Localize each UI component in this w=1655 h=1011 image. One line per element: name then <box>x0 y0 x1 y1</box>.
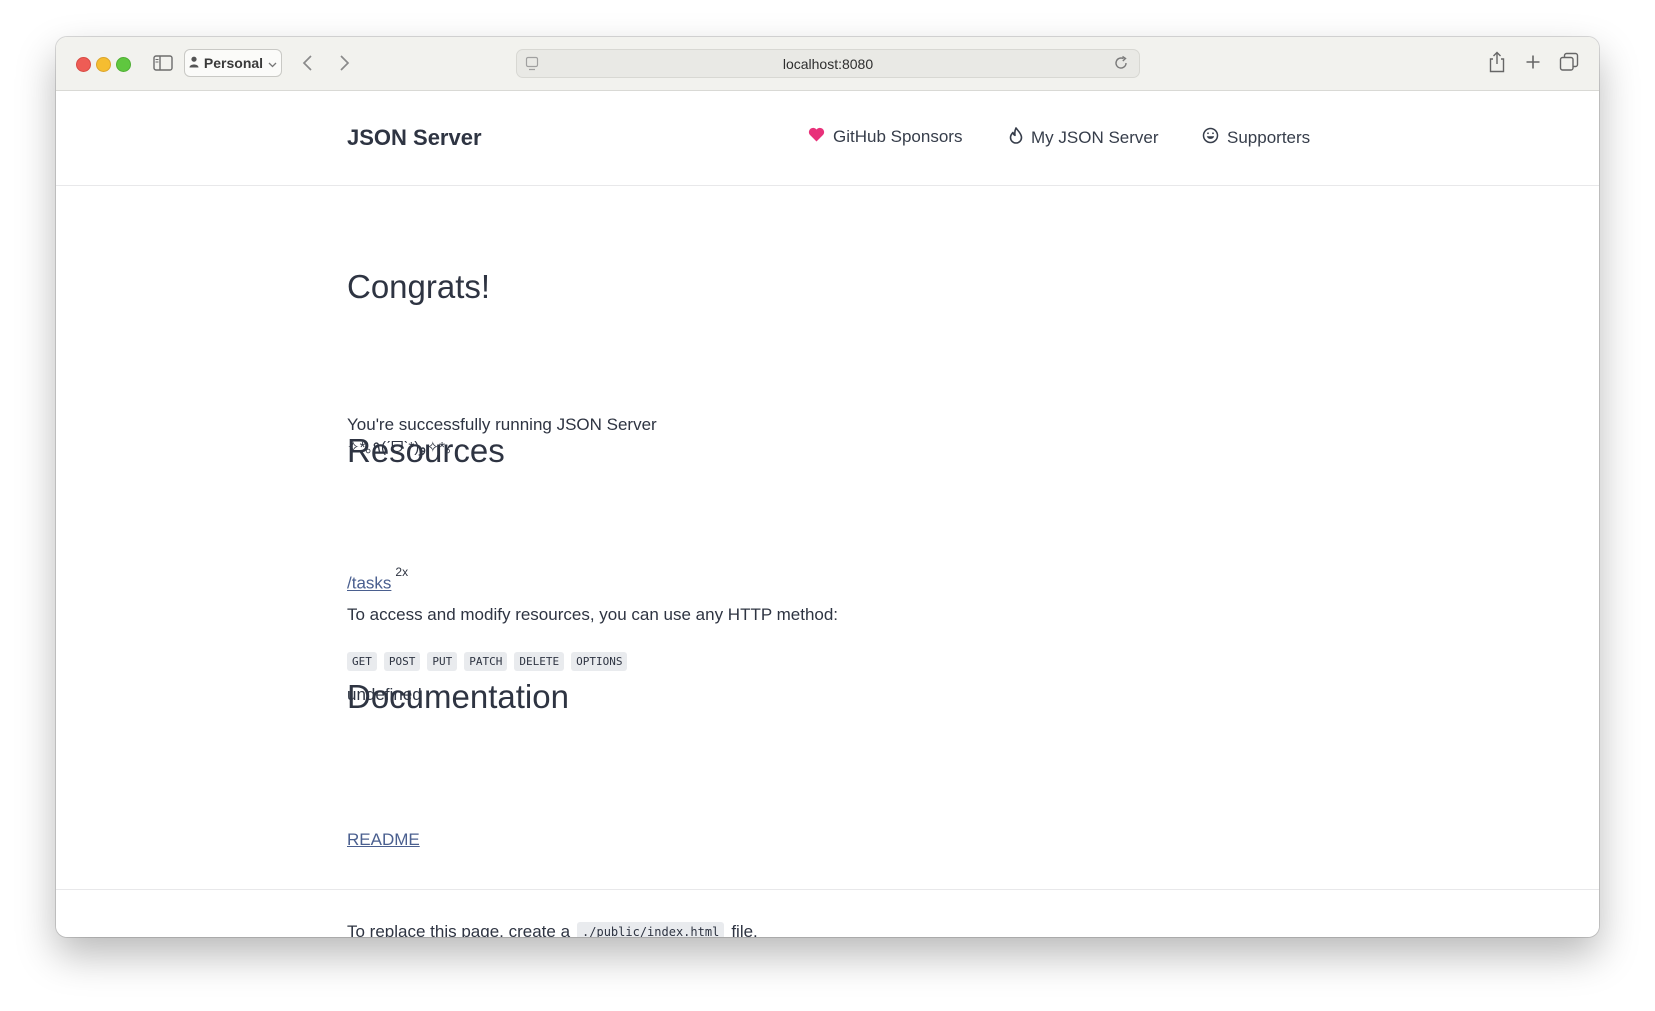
footer-prefix: To replace this page, create a <box>347 922 571 937</box>
http-methods-list: GET POST PUT PATCH DELETE OPTIONS <box>347 652 628 671</box>
site-footer: To replace this page, create a ./public/… <box>56 889 1599 937</box>
address-bar[interactable]: localhost:8080 <box>516 49 1140 78</box>
site-brand[interactable]: JSON Server <box>347 125 482 151</box>
resource-count: 2x <box>395 565 409 579</box>
profile-label: Personal <box>203 55 264 71</box>
tab-overview-icon[interactable] <box>1558 51 1580 73</box>
method-post: POST <box>383 652 421 671</box>
resource-link-tasks[interactable]: /tasks <box>347 574 391 593</box>
resource-row: /tasks 2x <box>347 565 408 594</box>
method-patch: PATCH <box>464 652 508 671</box>
method-delete: DELETE <box>514 652 565 671</box>
resources-heading: Resources <box>347 432 505 469</box>
forward-arrow-icon[interactable] <box>334 51 354 75</box>
minimize-window-button[interactable] <box>96 57 111 72</box>
sidebar-toggle-icon[interactable] <box>152 53 174 73</box>
readme-link[interactable]: README <box>347 830 420 849</box>
person-icon <box>189 55 199 71</box>
site-header: JSON Server GitHub Sponsors My JSON Serv… <box>56 91 1599 186</box>
zoom-window-button[interactable] <box>116 57 131 72</box>
url-text: localhost:8080 <box>782 56 874 72</box>
footer-text: To replace this page, create a ./public/… <box>347 922 758 937</box>
congrats-heading: Congrats! <box>347 268 491 305</box>
flame-icon <box>1009 127 1023 149</box>
close-window-button[interactable] <box>76 57 91 72</box>
chevron-down-icon <box>268 55 277 71</box>
profile-button[interactable]: Personal <box>184 49 282 77</box>
method-put: PUT <box>427 652 458 671</box>
share-icon[interactable] <box>1486 49 1508 75</box>
reload-icon[interactable] <box>1113 55 1129 76</box>
nav-my-json-server[interactable]: My JSON Server <box>1009 127 1159 149</box>
readme-row: README <box>347 830 420 850</box>
footer-suffix: file. <box>731 922 758 937</box>
access-description: To access and modify resources, you can … <box>347 605 839 624</box>
nav-label: GitHub Sponsors <box>833 127 963 146</box>
browser-toolbar: Personal localhost:8080 <box>56 37 1599 91</box>
browser-window: Personal localhost:8080 JSON Server GitH… <box>56 37 1599 937</box>
nav-github-sponsors[interactable]: GitHub Sponsors <box>808 127 962 147</box>
nav-label: Supporters <box>1227 128 1311 147</box>
method-options: OPTIONS <box>571 652 628 671</box>
footer-code-path: ./public/index.html <box>577 922 725 937</box>
smiley-icon <box>1202 127 1219 149</box>
documentation-heading: Documentation <box>347 678 569 715</box>
method-get: GET <box>347 652 377 671</box>
nav-label: My JSON Server <box>1031 128 1159 147</box>
nav-supporters[interactable]: Supporters <box>1202 127 1310 149</box>
web-page: JSON Server GitHub Sponsors My JSON Serv… <box>56 91 1599 937</box>
heart-icon <box>808 127 825 147</box>
plus-icon[interactable] <box>1522 51 1544 73</box>
back-arrow-icon[interactable] <box>298 51 318 75</box>
